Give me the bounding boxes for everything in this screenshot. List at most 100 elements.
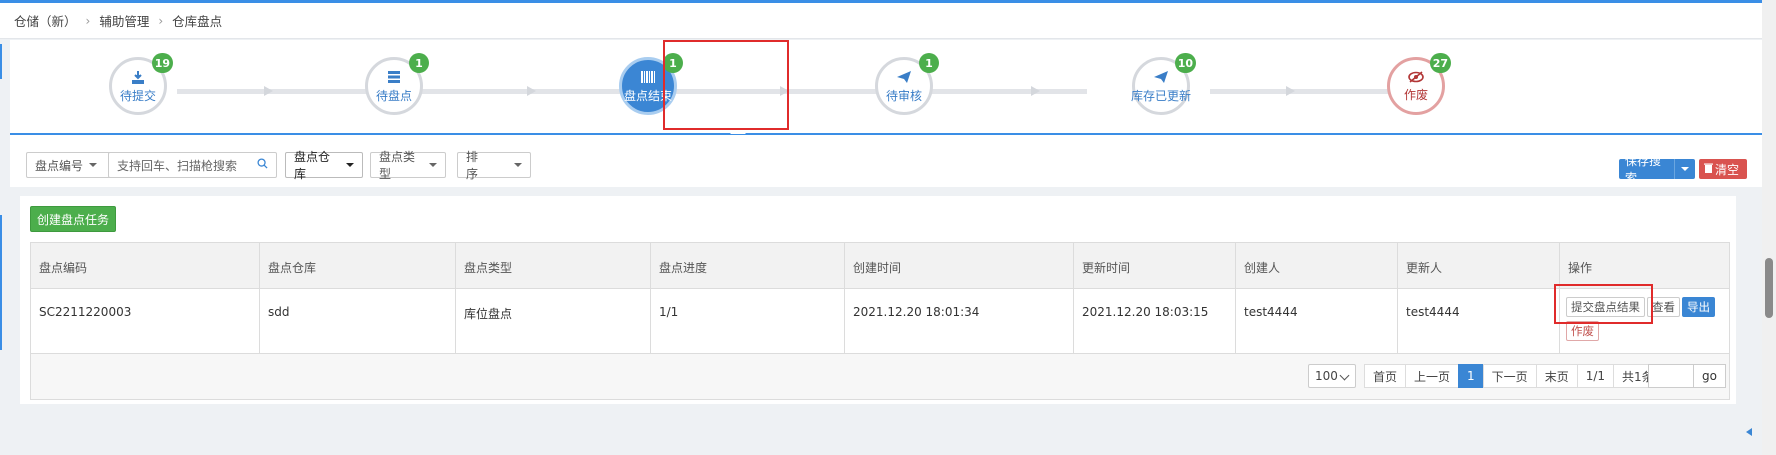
search-icon[interactable] (257, 158, 268, 169)
count-table: 盘点编码 盘点仓库 盘点类型 盘点进度 创建时间 更新时间 创建人 更新人 操作… (30, 242, 1730, 400)
cell-code: SC2211220003 (31, 289, 260, 353)
cell-warehouse: sdd (260, 289, 456, 353)
page-indicator: 1/1 (1576, 364, 1615, 388)
table-row: SC2211220003 sdd 库位盘点 1/1 2021.12.20 18:… (31, 289, 1729, 354)
column-header: 创建时间 (845, 243, 1074, 288)
column-header: 更新人 (1398, 243, 1560, 288)
step-pending-submit[interactable]: 待提交 19 (109, 53, 173, 115)
step-label: 待审核 (885, 88, 922, 103)
step-label: 库存已更新 (1131, 88, 1192, 103)
caret-down-icon (89, 163, 98, 167)
save-search-button[interactable]: 保存搜索 (1619, 154, 1695, 185)
save-search-dropdown[interactable] (1674, 159, 1695, 179)
chevron-right-icon: › (85, 13, 91, 28)
table-header: 盘点编码 盘点仓库 盘点类型 盘点进度 创建时间 更新时间 创建人 更新人 操作 (31, 243, 1729, 289)
first-page-button[interactable]: 首页 (1364, 364, 1407, 388)
eye-slash-icon (1408, 70, 1424, 86)
chevron-right-icon: › (158, 13, 164, 28)
count-badge: 27 (1429, 53, 1451, 73)
count-badge: 10 (1174, 53, 1196, 73)
column-header: 盘点编码 (31, 243, 260, 288)
go-button[interactable]: go (1694, 364, 1726, 388)
code-select[interactable]: 盘点编号 (26, 152, 111, 178)
scrollbar-thumb[interactable] (1765, 258, 1773, 318)
pager: 首页 上一页 1 下一页 末页 1/1 共1条 (1364, 364, 1663, 388)
step-label: 作废 (1403, 88, 1428, 102)
breadcrumb: 仓储（新） › 辅助管理 › 仓库盘点 (0, 3, 1762, 39)
breadcrumb-item-warehouse[interactable]: 仓储（新） (14, 11, 77, 30)
paper-plane-icon (1153, 70, 1169, 87)
create-count-task-button[interactable]: 创建盘点任务 (30, 206, 117, 232)
main-content: 创建盘点任务 盘点编码 盘点仓库 盘点类型 盘点进度 创建时间 更新时间 创建人… (20, 196, 1736, 404)
caret-down-icon (1681, 167, 1689, 171)
arrow-right-icon (1286, 86, 1295, 96)
filter-bar: 盘点编号 支持回车、扫描枪搜索 盘点仓库 盘点类型 排序 保存搜索 清空 (10, 135, 1762, 187)
pagination-bar: 100 首页 上一页 1 下一页 末页 1/1 共1条 go (31, 354, 1729, 399)
highlight-box (1554, 284, 1653, 324)
select-value: 盘点类型 (379, 150, 416, 181)
cell-creator: test4444 (1236, 289, 1398, 353)
vertical-scrollbar[interactable] (1762, 0, 1776, 455)
step-pending-count[interactable]: 待盘点 1 (365, 53, 429, 115)
column-header: 盘点类型 (456, 243, 651, 288)
left-edge-indicator (0, 44, 2, 79)
column-header: 创建人 (1236, 243, 1398, 288)
arrow-right-icon (264, 86, 273, 96)
caret-down-icon (514, 163, 522, 167)
barcode-icon (640, 70, 656, 87)
collapse-arrow-icon[interactable] (1746, 428, 1752, 436)
cell-updated-time: 2021.12.20 18:03:15 (1074, 289, 1236, 353)
count-badge: 1 (919, 53, 939, 73)
void-button[interactable]: 作废 (1566, 321, 1599, 341)
cell-progress: 1/1 (651, 289, 845, 353)
list-icon (387, 70, 401, 87)
step-pending-review[interactable]: 待审核 1 (875, 53, 939, 115)
button-label: 清空 (1715, 162, 1740, 177)
breadcrumb-item-current: 仓库盘点 (172, 14, 223, 29)
cell-created-time: 2021.12.20 18:01:34 (845, 289, 1074, 353)
select-value: 盘点编号 (35, 158, 84, 173)
step-label: 待盘点 (375, 88, 412, 103)
button-label: 保存搜索 (1625, 154, 1662, 185)
prev-page-button[interactable]: 上一页 (1405, 364, 1460, 388)
page-jump-input[interactable] (1648, 364, 1694, 388)
select-value: 盘点仓库 (294, 150, 331, 181)
clear-button[interactable]: 清空 (1699, 159, 1747, 179)
trash-icon (1704, 162, 1713, 176)
warehouse-select[interactable]: 盘点仓库 (285, 150, 363, 181)
column-header: 操作 (1568, 261, 1593, 275)
step-void[interactable]: 作废 27 (1387, 53, 1451, 115)
step-stock-updated[interactable]: 库存已更新 10 (1131, 53, 1196, 115)
highlight-box (663, 40, 789, 130)
export-button[interactable]: 导出 (1682, 297, 1715, 317)
next-page-button[interactable]: 下一页 (1482, 364, 1537, 388)
search-input[interactable]: 支持回车、扫描枪搜索 (108, 152, 277, 178)
page-size-value: 100 (1315, 369, 1338, 383)
paper-plane-icon (896, 70, 912, 87)
caret-down-icon (346, 163, 354, 167)
breadcrumb-item-aux[interactable]: 辅助管理 (99, 11, 149, 30)
current-page-button[interactable]: 1 (1458, 364, 1484, 388)
step-label: 待提交 (119, 88, 156, 103)
sort-select[interactable]: 排序 (457, 150, 531, 181)
last-page-button[interactable]: 末页 (1535, 364, 1578, 388)
left-edge-indicator (0, 215, 2, 350)
download-icon (131, 70, 145, 87)
arrow-right-icon (1031, 86, 1040, 96)
chevron-down-icon (1339, 370, 1350, 381)
caret-down-icon (429, 163, 437, 167)
page-jump: go (1648, 364, 1726, 388)
column-header: 更新时间 (1074, 243, 1236, 288)
select-value: 排序 (466, 150, 479, 181)
count-badge: 19 (151, 53, 173, 73)
count-badge: 1 (409, 53, 429, 73)
column-header: 盘点进度 (651, 243, 845, 288)
status-steps-panel: 待提交 19 待盘点 1 盘点结束 1 待审核 1 库存已更新 10 作废 27 (10, 40, 1762, 135)
type-select[interactable]: 盘点类型 (370, 150, 446, 181)
page-size-select[interactable]: 100 (1308, 364, 1356, 388)
cell-updater: test4444 (1398, 289, 1560, 353)
cell-type: 库位盘点 (456, 289, 651, 353)
arrow-right-icon (527, 86, 536, 96)
search-placeholder: 支持回车、扫描枪搜索 (117, 158, 238, 173)
column-header: 盘点仓库 (260, 243, 456, 288)
